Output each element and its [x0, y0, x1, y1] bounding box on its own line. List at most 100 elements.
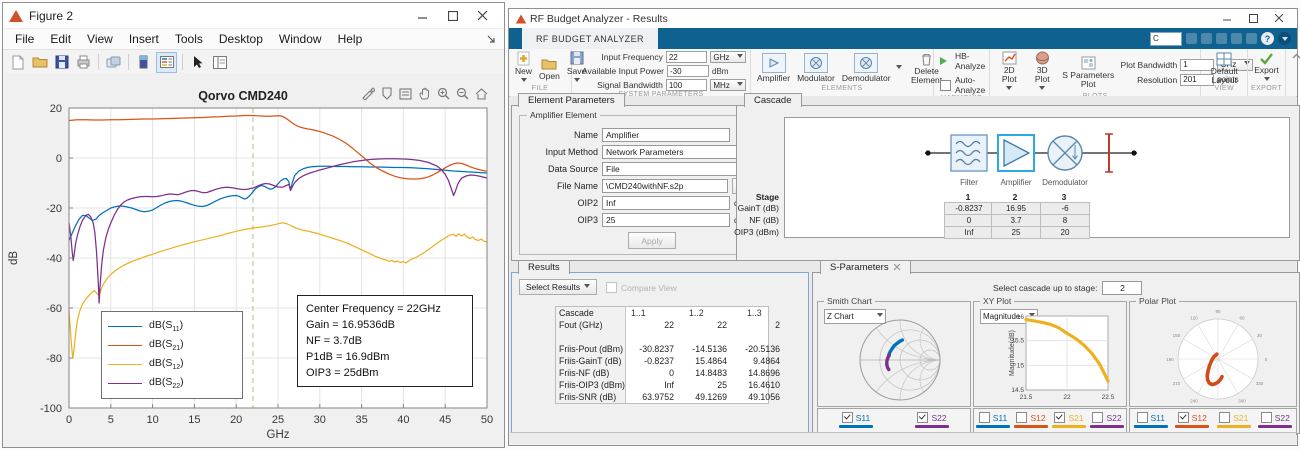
parameter-input[interactable]: -30 — [667, 65, 709, 77]
quick-access-dropdown-icon[interactable] — [1278, 32, 1291, 45]
smith-type-select[interactable]: Z Chart — [824, 309, 886, 324]
field-input[interactable]: Network Parameters — [602, 145, 738, 159]
restore-view-icon[interactable] — [475, 88, 488, 100]
parameter-input[interactable]: 100 — [666, 79, 708, 91]
menu-edit[interactable]: Edit — [42, 31, 79, 47]
print-icon[interactable] — [74, 53, 93, 72]
zoom-out-icon[interactable] — [456, 87, 469, 100]
edit-plot-icon[interactable] — [188, 53, 207, 72]
menu-help[interactable]: Help — [330, 31, 371, 47]
s-parameters-plot-button[interactable]: S Parameters Plot — [1060, 56, 1116, 89]
menu-insert[interactable]: Insert — [121, 31, 167, 47]
menu-desktop[interactable]: Desktop — [211, 31, 271, 47]
quick-search-input[interactable]: C — [1150, 32, 1182, 46]
legend-entry[interactable]: dB(S21) — [108, 336, 236, 355]
minimize-button[interactable] — [408, 5, 438, 27]
checkbox-checked-icon[interactable] — [1054, 412, 1065, 423]
menu-tools[interactable]: Tools — [167, 31, 211, 47]
checkbox-icon[interactable] — [1137, 412, 1148, 423]
checkbox-icon[interactable] — [1016, 412, 1027, 423]
copy-icon[interactable] — [1216, 33, 1227, 44]
stage-value-cell[interactable]: Inf — [944, 226, 994, 239]
tab-results[interactable]: Results — [518, 260, 570, 274]
annotation-box[interactable]: Center Frequency = 22GHzGain = 16.9536dB… — [297, 295, 473, 387]
series-toggle-s21[interactable]: S21 — [1052, 412, 1086, 428]
cut-icon[interactable] — [1201, 33, 1212, 44]
checkbox-icon[interactable] — [979, 412, 990, 423]
sparameter-chart[interactable]: 05101520253035404550200-20-40-60-80-100G… — [3, 73, 504, 447]
parameter-input[interactable]: 22 — [666, 51, 708, 63]
checkbox-icon[interactable] — [1261, 412, 1272, 423]
insert-legend-icon[interactable] — [156, 52, 177, 73]
close-button[interactable] — [468, 5, 498, 27]
compare-view-checkbox[interactable]: Compare View — [606, 282, 677, 293]
open-icon[interactable] — [30, 53, 49, 72]
2d-plot-button[interactable]: 2D Plot — [994, 51, 1024, 93]
menu-view[interactable]: View — [79, 31, 121, 47]
save-icon[interactable] — [52, 53, 71, 72]
new-figure-icon[interactable] — [8, 53, 27, 72]
open-button[interactable]: Open — [537, 56, 562, 81]
apply-button[interactable]: Apply — [628, 232, 676, 249]
stage-value-cell[interactable]: 20 — [1040, 226, 1090, 239]
tab-rf-budget-analyzer[interactable]: RF BUDGET ANALYZER — [522, 28, 658, 49]
insert-colorbar-icon[interactable] — [134, 53, 153, 72]
tab-element-parameters[interactable]: Element Parameters — [518, 93, 625, 107]
series-toggle-s11[interactable]: S11 — [839, 412, 873, 428]
maximize-button[interactable] — [1240, 11, 1266, 27]
legend-entry[interactable]: dB(S12) — [108, 355, 236, 374]
default-layout-button[interactable]: Default Layout — [1203, 52, 1245, 85]
auto-analyze-checkbox[interactable]: Auto-Analyze — [940, 75, 985, 95]
unit-select[interactable]: GHz — [710, 51, 746, 63]
hb-analyze-button[interactable]: HB-Analyze — [940, 51, 985, 71]
checkbox-checked-icon[interactable] — [842, 412, 853, 423]
results-table[interactable]: Cascade1..11..21..3Fout (GHz)22222Friis-… — [555, 306, 769, 404]
series-toggle-s12[interactable]: S12 — [1175, 412, 1209, 428]
tab-cascade[interactable]: Cascade — [744, 93, 802, 107]
field-input[interactable]: File — [602, 162, 738, 176]
cascade-stage-input[interactable]: 2 — [1102, 281, 1142, 295]
series-toggle-s21[interactable]: S21 — [1217, 412, 1251, 428]
series-toggle-s12[interactable]: S12 — [1014, 412, 1048, 428]
minimize-button[interactable] — [1214, 11, 1240, 27]
link-plot-icon[interactable] — [104, 53, 123, 72]
tab-s-parameters[interactable]: S-Parameters — [820, 260, 911, 274]
checkbox-icon[interactable] — [1219, 412, 1230, 423]
series-toggle-s11[interactable]: S11 — [1134, 412, 1168, 428]
collapse-toolstrip-icon[interactable] — [1286, 49, 1300, 96]
field-input[interactable]: Amplifier — [602, 128, 730, 142]
legend-entry[interactable]: dB(S11) — [108, 317, 236, 336]
undo-icon[interactable] — [1231, 33, 1242, 44]
legend-entry[interactable]: dB(S22) — [108, 374, 236, 393]
save-icon[interactable] — [1186, 33, 1197, 44]
series-toggle-s22[interactable]: S22 — [1090, 412, 1124, 428]
close-button[interactable] — [1266, 11, 1292, 27]
series-toggle-s22[interactable]: S22 — [915, 412, 949, 428]
stage-value-cell[interactable]: 25 — [991, 226, 1041, 239]
xy-quantity-select[interactable]: Magnitude — [980, 309, 1038, 324]
new-button[interactable]: New — [513, 51, 534, 85]
demodulator-button[interactable]: Demodulator — [840, 53, 893, 83]
zoom-in-icon[interactable] — [437, 87, 450, 100]
maximize-button[interactable] — [438, 5, 468, 27]
dock-figure-icon[interactable] — [487, 35, 496, 44]
series-toggle-s11[interactable]: S11 — [976, 412, 1010, 428]
close-tab-icon[interactable] — [894, 264, 901, 271]
legend[interactable]: dB(S11)dB(S21)dB(S12)dB(S22) — [101, 311, 243, 399]
menu-window[interactable]: Window — [271, 31, 330, 47]
help-icon[interactable]: ? — [1261, 32, 1274, 45]
more-elements-icon[interactable] — [896, 65, 902, 72]
checkbox-checked-icon[interactable] — [1178, 412, 1189, 423]
series-toggle-s22[interactable]: S22 — [1258, 412, 1292, 428]
print-icon[interactable] — [1246, 33, 1257, 44]
3d-plot-button[interactable]: 3D Plot — [1027, 51, 1057, 93]
menu-file[interactable]: File — [7, 31, 42, 47]
unit-select[interactable]: MHz — [710, 79, 746, 91]
field-input[interactable]: \CMD240withNF.s2p — [602, 179, 728, 193]
export-button[interactable]: Export — [1252, 52, 1281, 84]
brush-icon[interactable] — [362, 87, 375, 100]
amplifier-button[interactable]: Amplifier — [755, 53, 792, 83]
datatip-icon[interactable] — [381, 87, 393, 100]
pan-icon[interactable] — [418, 87, 431, 100]
copy-image-icon[interactable] — [399, 88, 412, 100]
